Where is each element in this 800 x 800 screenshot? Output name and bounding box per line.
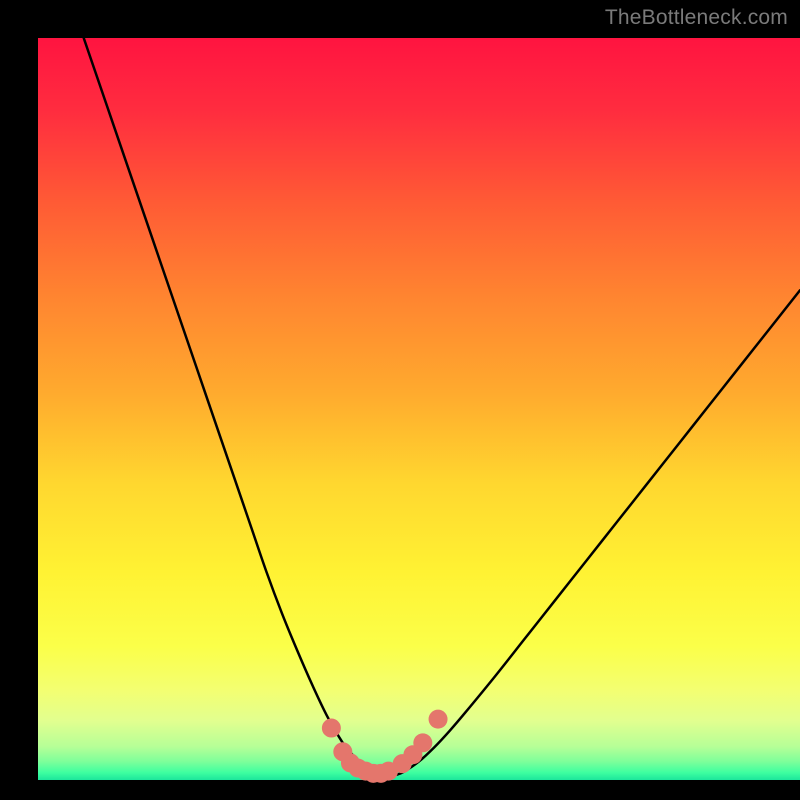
valley-marker bbox=[322, 719, 341, 738]
chart-stage: TheBottleneck.com bbox=[0, 0, 800, 800]
bottleneck-chart bbox=[0, 0, 800, 800]
gradient-background bbox=[38, 38, 800, 780]
watermark-text: TheBottleneck.com bbox=[605, 6, 788, 30]
valley-marker bbox=[413, 733, 432, 752]
valley-marker bbox=[429, 710, 448, 729]
